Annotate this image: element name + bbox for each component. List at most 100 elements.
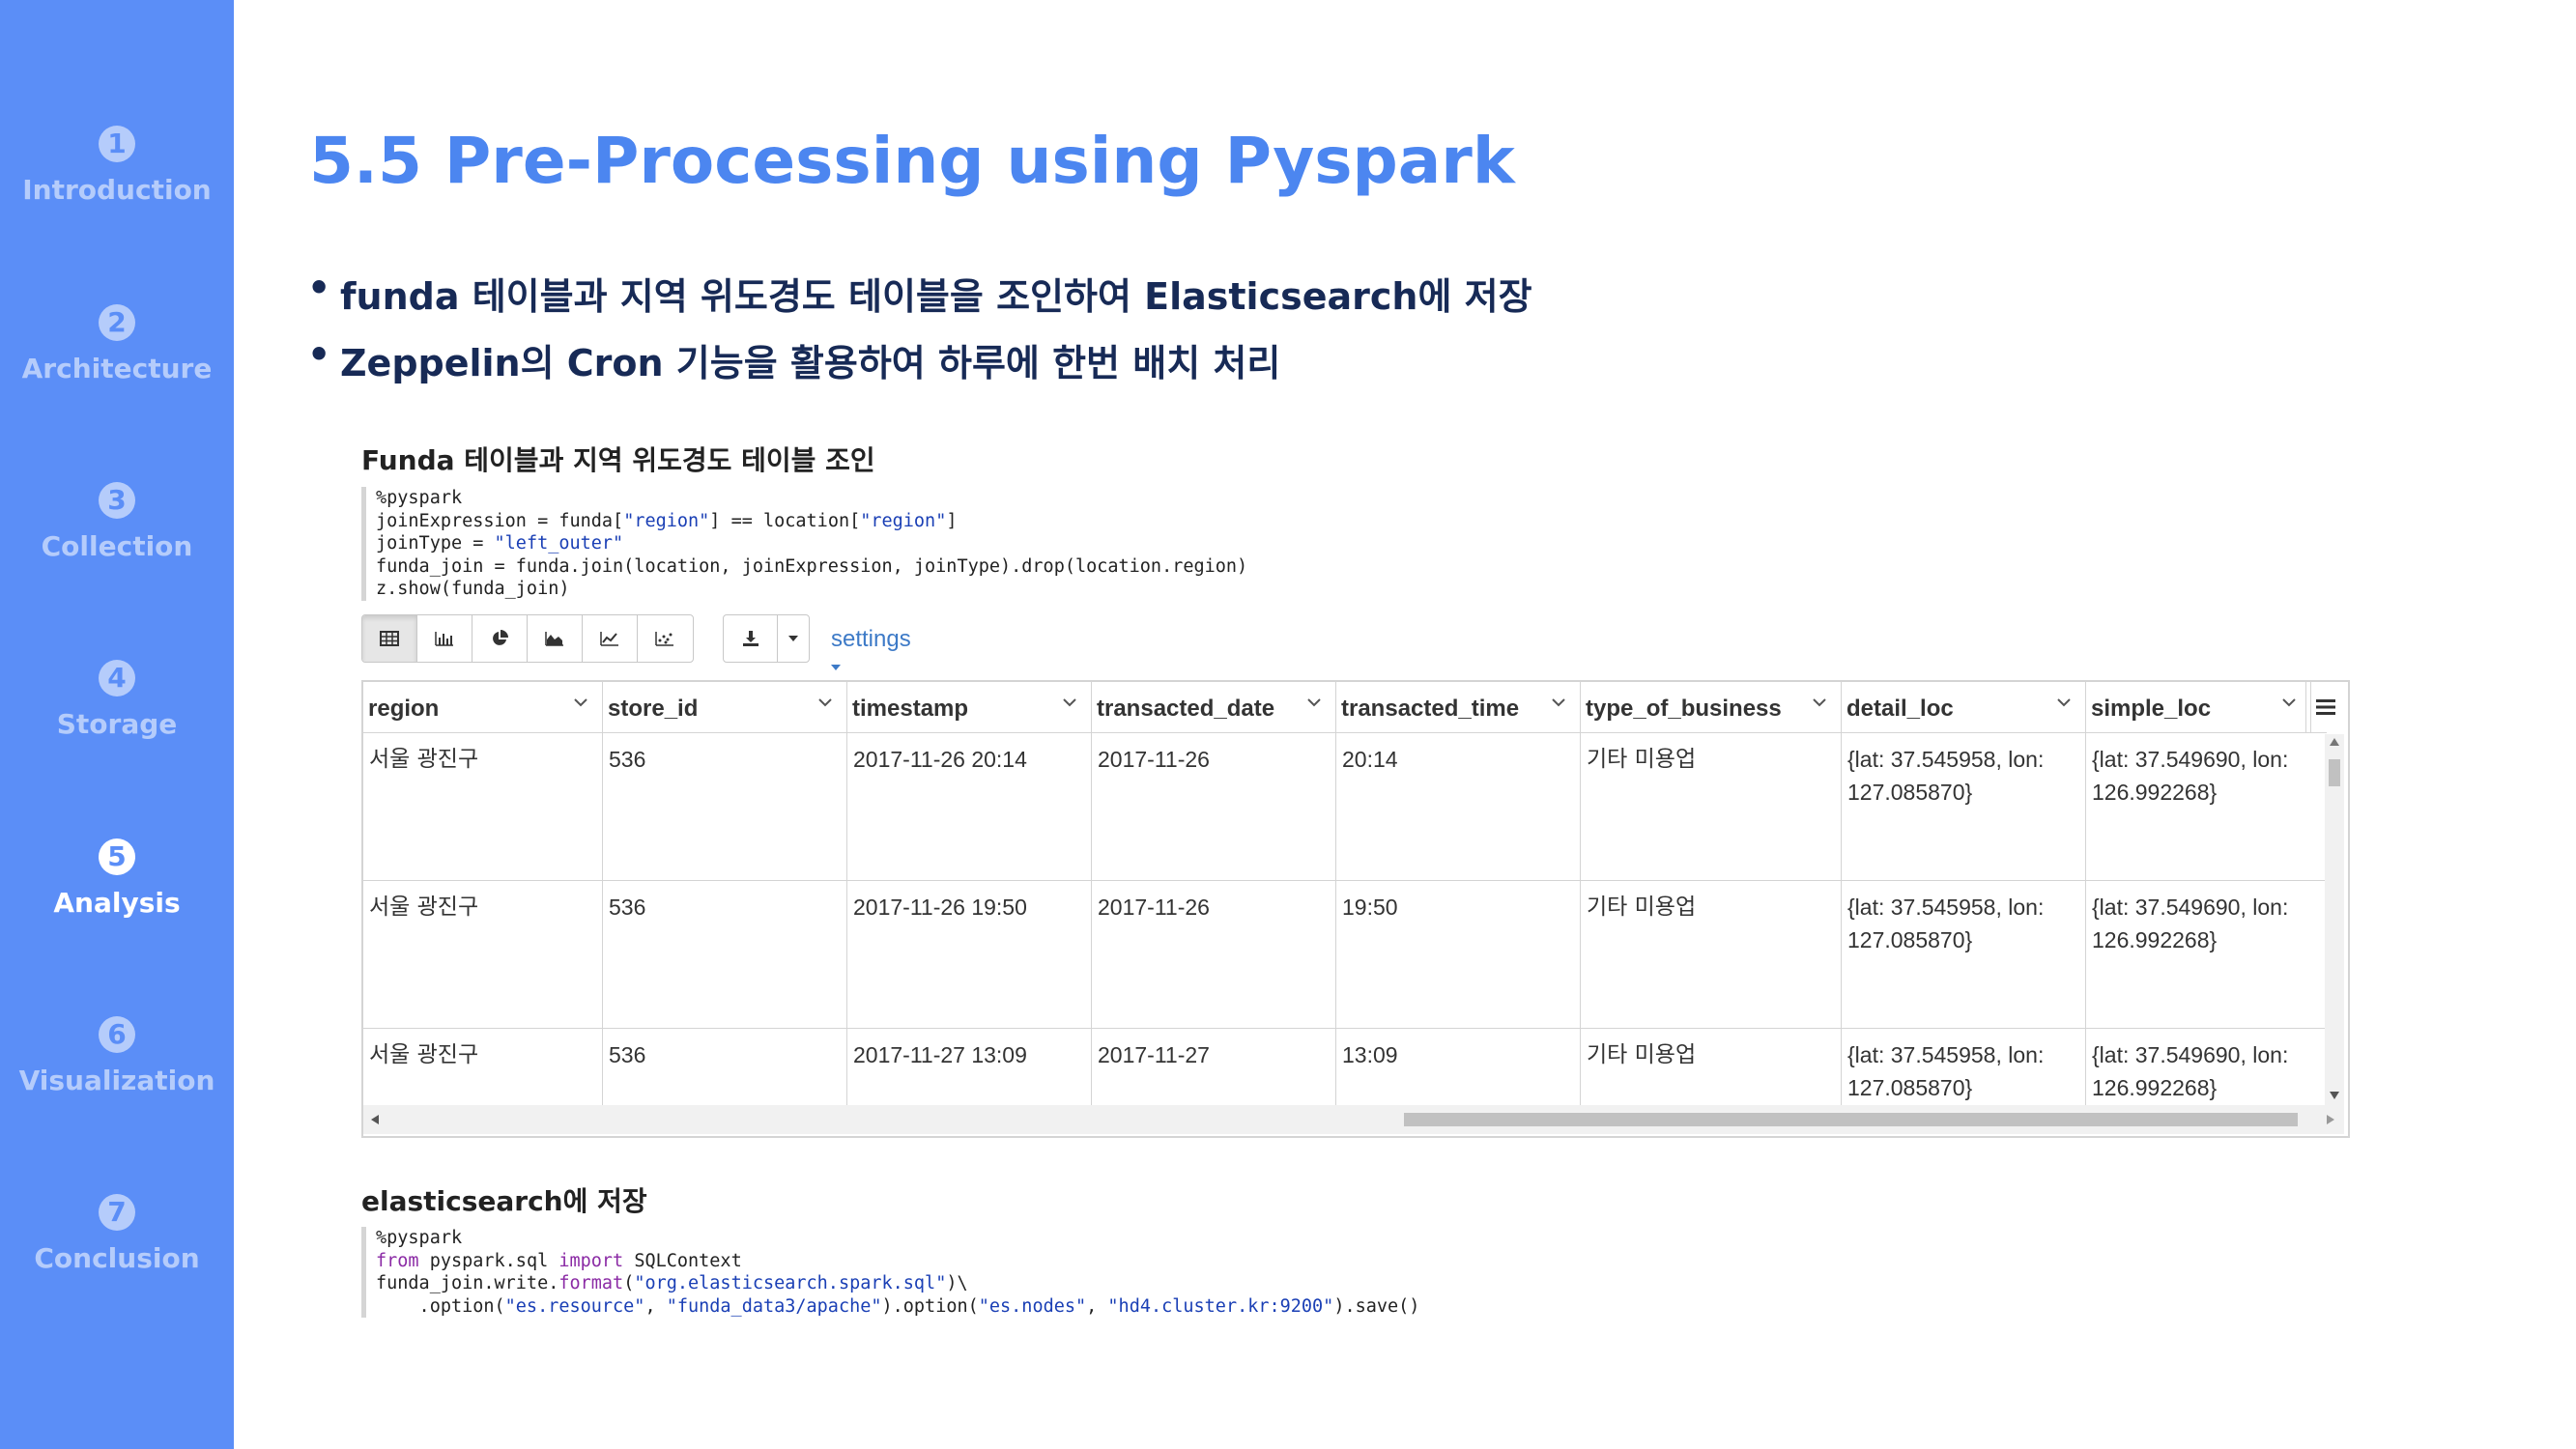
column-header-region[interactable]: region [363,682,603,732]
chevron-down-icon[interactable] [2281,697,2297,707]
bullet-dot: • [307,267,331,309]
column-header-simple-loc[interactable]: simple_loc [2086,682,2311,732]
scroll-up-icon[interactable] [2330,738,2339,746]
chevron-down-icon[interactable] [573,697,588,707]
section-heading-elasticsearch: elasticsearch에 저장 [361,1185,647,1217]
code-line: .option("es.resource", "funda_data3/apac… [376,1295,1420,1317]
nav-label: Conclusion [34,1242,200,1274]
column-header-transacted-time[interactable]: transacted_time [1336,682,1581,732]
nav-item-visualization[interactable]: 6 Visualization [0,1016,234,1096]
bullet-dot: • [307,333,331,376]
column-header-transacted-date[interactable]: transacted_date [1092,682,1336,732]
chevron-down-icon[interactable] [2056,697,2072,707]
chevron-down-icon[interactable] [1062,697,1077,707]
table-cell: {lat: 37.549690, lon: 126.992268} [2092,895,2289,952]
code-line: funda_join = funda.join(location, joinEx… [376,555,1248,577]
table-cell: 2017-11-26 20:14 [847,733,1092,880]
chevron-down-icon[interactable] [817,697,833,707]
scroll-right-icon[interactable] [2327,1115,2334,1124]
download-icon [742,631,758,646]
bullet-item: • funda 테이블과 지역 위도경도 테이블을 조인하여 Elasticse… [307,267,1532,320]
horizontal-scrollbar[interactable] [363,1105,2344,1134]
table-row: 서울 광진구 536 2017-11-27 13:09 2017-11-27 1… [363,1029,2325,1105]
download-button-group [723,614,810,663]
nav-item-architecture[interactable]: 2 Architecture [0,304,234,384]
code-line: joinExpression = funda["region"] == loca… [376,510,958,531]
column-header-label: simple_loc [2091,696,2212,722]
nav-number-badge: 5 [99,838,135,875]
table-cell: {lat: 37.549690, lon: 126.992268} [2092,747,2289,805]
table-icon [380,631,399,646]
caret-down-icon [831,664,841,670]
table-cell: 2017-11-26 [1092,881,1336,1028]
table-cell: {lat: 37.545958, lon: 127.085870} [1842,1029,2086,1105]
code-line: %pyspark [376,488,463,508]
bullet-text: funda 테이블과 지역 위도경도 테이블을 조인하여 Elasticsear… [340,275,1532,318]
table-view-button[interactable] [362,615,417,662]
chevron-down-icon[interactable] [1812,697,1827,707]
nav-item-storage[interactable]: 4 Storage [0,660,234,740]
column-menu-button[interactable] [2305,682,2345,732]
pie-chart-button[interactable] [472,615,528,662]
area-chart-icon [545,632,563,646]
nav-item-collection[interactable]: 3 Collection [0,482,234,562]
column-header-label: type_of_business [1586,696,1782,722]
nav-item-conclusion[interactable]: 7 Conclusion [0,1194,234,1274]
table-cell: 2017-11-26 [1092,733,1336,880]
vertical-scroll-thumb[interactable] [2329,759,2340,786]
table-cell: 536 [603,1029,847,1105]
scatter-chart-button[interactable] [638,615,692,662]
section-heading-join: Funda 테이블과 지역 위도경도 테이블 조인 [361,444,875,476]
bullet-item: • Zeppelin의 Cron 기능을 활용하여 하루에 한번 배치 처리 [307,333,1281,386]
download-dropdown-button[interactable] [778,615,809,662]
column-header-detail-loc[interactable]: detail_loc [1842,682,2086,732]
nav-label: Analysis [53,887,181,919]
nav-label: Introduction [22,174,212,206]
nav-number-badge: 1 [99,126,135,162]
scroll-down-icon[interactable] [2330,1092,2339,1099]
code-block-join[interactable]: %pyspark joinExpression = funda["region"… [361,487,1247,601]
table-cell: 기타 미용업 [1581,881,1842,1028]
column-header-label: transacted_date [1097,696,1275,722]
table-cell: 536 [603,881,847,1028]
settings-link[interactable]: settings [831,626,911,680]
nav-label: Visualization [18,1065,215,1096]
bullet-text: Zeppelin의 Cron 기능을 활용하여 하루에 한번 배치 처리 [340,342,1281,384]
column-header-store-id[interactable]: store_id [603,682,847,732]
column-header-label: detail_loc [1846,696,1954,722]
area-chart-button[interactable] [528,615,583,662]
code-block-elasticsearch[interactable]: %pyspark from pyspark.sql import SQLCont… [361,1227,1419,1318]
table-cell: 서울 광진구 [363,1029,603,1105]
horizontal-scroll-thumb[interactable] [1404,1113,2298,1126]
table-cell: 13:09 [1336,1029,1581,1105]
nav-number-badge: 3 [99,482,135,519]
table-cell: 2017-11-26 19:50 [847,881,1092,1028]
nav-number-badge: 2 [99,304,135,341]
table-row: 서울 광진구 536 2017-11-26 19:50 2017-11-26 1… [363,881,2325,1029]
table-cell: 536 [603,733,847,880]
column-header-timestamp[interactable]: timestamp [847,682,1092,732]
table-cell: 서울 광진구 [363,733,603,880]
chevron-down-icon[interactable] [1551,697,1566,707]
viz-button-group [361,614,694,663]
nav-label: Storage [56,708,178,740]
bar-chart-button[interactable] [417,615,472,662]
column-header-type-of-business[interactable]: type_of_business [1581,682,1842,732]
table-cell: {lat: 37.549690, lon: 126.992268} [2092,1042,2289,1100]
download-button[interactable] [724,615,779,662]
table-cell: 19:50 [1336,881,1581,1028]
sidebar: 1 Introduction 2 Architecture 3 Collecti… [0,0,234,1449]
result-table: region store_id timestamp transacted_dat… [361,680,2350,1138]
table-cell: {lat: 37.545958, lon: 127.085870} [1842,881,2086,1028]
line-chart-button[interactable] [583,615,638,662]
line-chart-icon [600,632,618,646]
nav-label: Collection [41,530,193,562]
vertical-scrollbar[interactable] [2325,734,2344,1105]
nav-item-analysis[interactable]: 5 Analysis [0,838,234,919]
nav-item-introduction[interactable]: 1 Introduction [0,126,234,206]
nav-number-badge: 4 [99,660,135,696]
scatter-chart-icon [655,632,673,646]
code-line: z.show(funda_join) [376,579,570,599]
chevron-down-icon[interactable] [1306,697,1322,707]
scroll-left-icon[interactable] [371,1115,379,1124]
